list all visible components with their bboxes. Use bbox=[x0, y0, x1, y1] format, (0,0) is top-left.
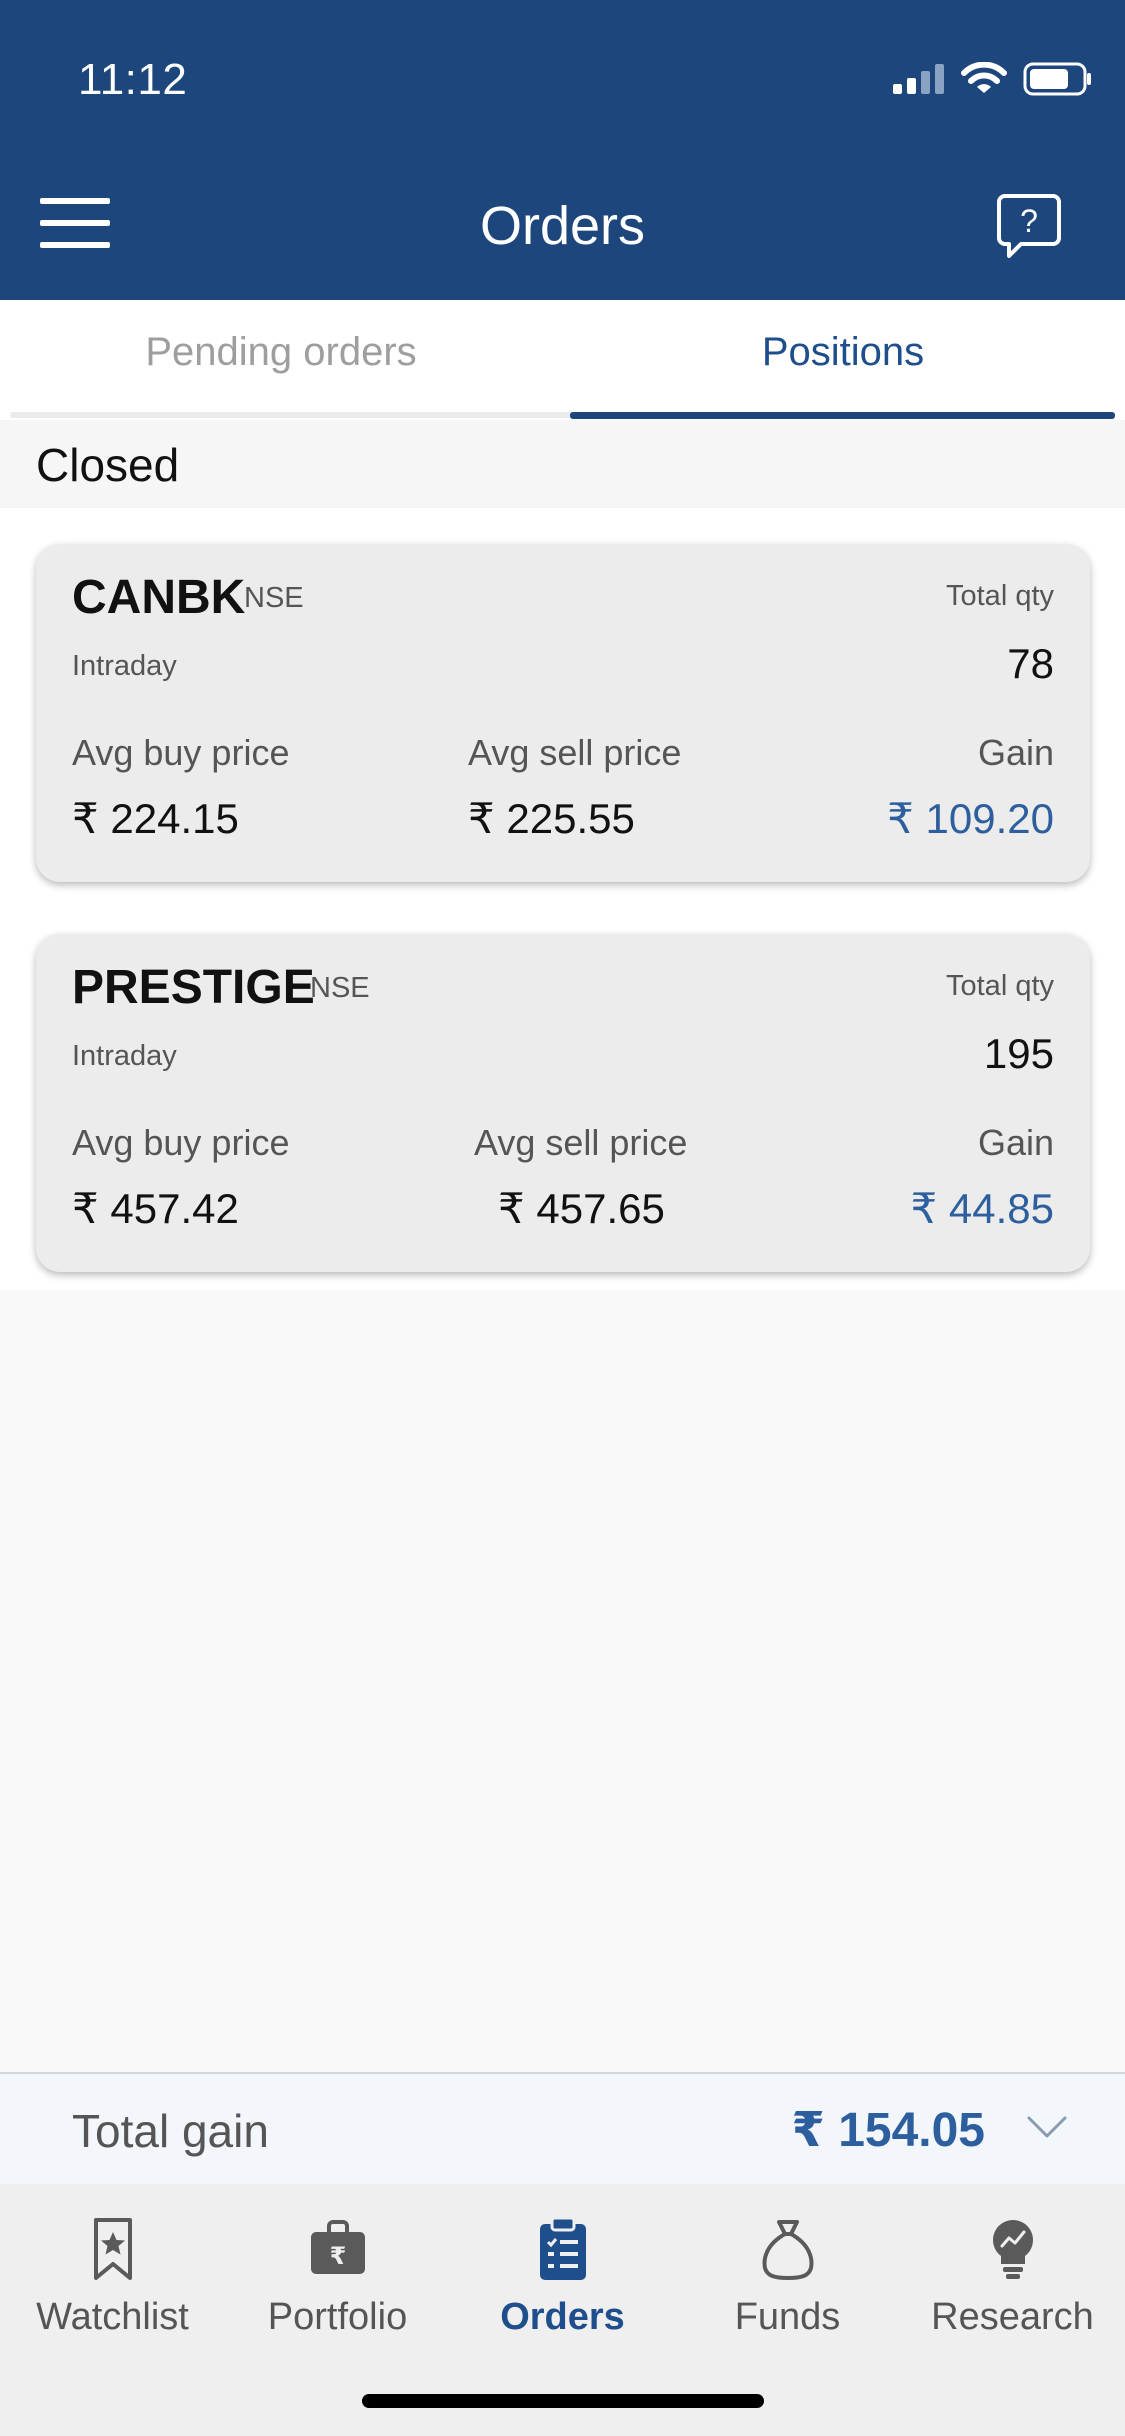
nav-label: Orders bbox=[500, 2296, 625, 2338]
tab-pending-orders[interactable]: Pending orders bbox=[0, 330, 562, 375]
chevron-down-icon[interactable] bbox=[1025, 2112, 1069, 2142]
gain-label: Gain bbox=[977, 1122, 1054, 1163]
position-product: Intraday bbox=[72, 650, 177, 682]
battery-icon bbox=[1023, 62, 1091, 96]
avg-buy-label: Avg buy price bbox=[72, 732, 290, 773]
position-card[interactable]: CANBK NSE Total qty Intraday 78 Avg buy … bbox=[36, 544, 1090, 882]
nav-item-watchlist[interactable]: Watchlist bbox=[0, 2214, 225, 2339]
total-qty-value: 195 bbox=[983, 1030, 1054, 1077]
position-exchange: NSE bbox=[244, 582, 304, 614]
nav-label: Research bbox=[931, 2296, 1094, 2338]
gain-value: ₹ 109.20 bbox=[887, 795, 1054, 842]
order-tabs: Pending orders Positions bbox=[0, 300, 1125, 420]
nav-label: Portfolio bbox=[267, 2296, 408, 2338]
active-tab-indicator bbox=[570, 412, 1115, 419]
nav-item-funds[interactable]: Funds bbox=[675, 2214, 900, 2339]
section-header-closed: Closed bbox=[0, 420, 1125, 508]
tab-positions[interactable]: Positions bbox=[562, 330, 1124, 375]
gain-label: Gain bbox=[977, 732, 1054, 773]
svg-text:?: ? bbox=[1020, 203, 1038, 239]
lightbulb-chart-icon bbox=[992, 2220, 1033, 2279]
home-indicator bbox=[362, 2394, 764, 2408]
avg-sell-value: ₹ 457.65 bbox=[498, 1185, 665, 1232]
help-chat-icon[interactable]: ? bbox=[997, 192, 1061, 260]
nav-item-portfolio[interactable]: ₹ Portfolio bbox=[225, 2214, 450, 2339]
position-symbol: CANBK bbox=[72, 571, 246, 624]
nav-item-orders[interactable]: Orders bbox=[450, 2214, 675, 2339]
wifi-icon bbox=[961, 62, 1007, 93]
avg-sell-label: Avg sell price bbox=[468, 732, 682, 773]
total-gain-label: Total gain bbox=[72, 2105, 269, 2157]
avg-buy-value: ₹ 457.42 bbox=[72, 1185, 239, 1232]
gain-value: ₹ 44.85 bbox=[910, 1185, 1055, 1232]
total-qty-label: Total qty bbox=[946, 580, 1054, 612]
nav-label: Watchlist bbox=[36, 2296, 189, 2338]
position-exchange: NSE bbox=[310, 972, 370, 1004]
bookmark-star-icon bbox=[93, 2218, 132, 2280]
position-card[interactable]: PRESTIGE NSE Total qty Intraday 195 Avg … bbox=[36, 934, 1090, 1272]
signal-icon bbox=[893, 64, 944, 94]
clipboard-list-icon bbox=[539, 2216, 586, 2280]
position-symbol: PRESTIGE bbox=[72, 961, 315, 1014]
app-header: 11:12 Orders ? bbox=[0, 0, 1125, 300]
total-gain-value: ₹ 154.05 bbox=[791, 2104, 985, 2157]
positions-list: CANBK NSE Total qty Intraday 78 Avg buy … bbox=[0, 508, 1125, 1290]
nav-item-research[interactable]: Research bbox=[900, 2214, 1125, 2339]
total-qty-value: 78 bbox=[1007, 640, 1054, 687]
avg-sell-label: Avg sell price bbox=[474, 1122, 688, 1163]
briefcase-rupee-icon: ₹ bbox=[310, 2220, 365, 2274]
avg-sell-value: ₹ 225.55 bbox=[468, 795, 635, 842]
total-gain-bar[interactable]: Total gain ₹ 154.05 bbox=[0, 2072, 1125, 2184]
total-qty-label: Total qty bbox=[946, 970, 1054, 1002]
avg-buy-label: Avg buy price bbox=[72, 1122, 290, 1163]
section-title: Closed bbox=[36, 439, 180, 491]
avg-buy-value: ₹ 224.15 bbox=[72, 795, 239, 842]
position-product: Intraday bbox=[72, 1040, 177, 1072]
nav-label: Funds bbox=[734, 2296, 841, 2338]
page-title: Orders bbox=[479, 196, 646, 256]
svg-text:₹: ₹ bbox=[329, 2242, 346, 2270]
status-icons bbox=[893, 62, 1093, 96]
money-bag-icon bbox=[762, 2220, 813, 2280]
status-time: 11:12 bbox=[78, 55, 188, 104]
